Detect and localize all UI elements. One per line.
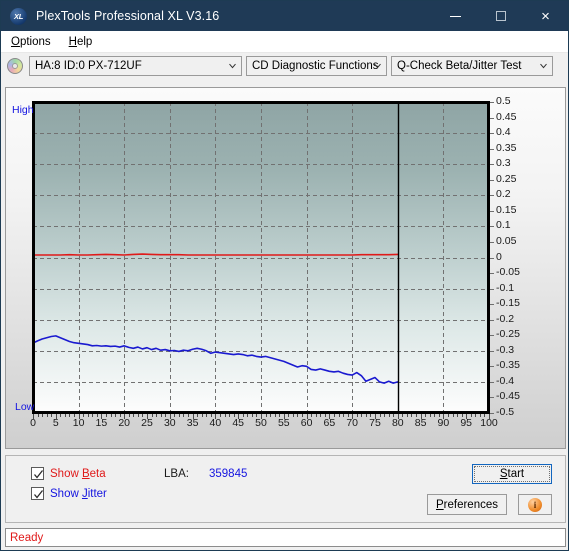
cd-disc-icon <box>7 58 23 74</box>
show-jitter-label: Show Jitter <box>50 487 107 500</box>
plot-svg <box>32 101 494 419</box>
status-text: Ready <box>10 531 44 544</box>
y-tick-label: 0.2 <box>496 188 511 201</box>
chart-panel: High Low 0.5 0.45 0.4 0.35 0.3 0.25 0.2 0.15 0.1… <box>5 87 566 449</box>
chevron-down-icon <box>229 63 236 69</box>
show-beta-checkbox[interactable] <box>31 467 44 480</box>
axis-label-high: High <box>12 104 34 116</box>
window-title: PlexTools Professional XL V3.16 <box>36 9 220 23</box>
axis-label-low: Low <box>15 401 35 413</box>
show-jitter-checkbox-row[interactable]: Show Jitter <box>31 487 107 500</box>
toolbar: HA:8 ID:0 PX-712UF CD Diagnostic Functio… <box>1 53 568 79</box>
y-tick-label: 0 <box>496 250 502 263</box>
menu-item-options[interactable]: Options <box>3 36 59 48</box>
info-button[interactable]: i <box>518 494 552 515</box>
show-beta-label: Show Beta <box>50 467 106 480</box>
preferences-button[interactable]: Preferences <box>427 494 507 515</box>
y-tick-label: -0.15 <box>496 297 520 310</box>
y-tick-label: 0.35 <box>496 141 517 154</box>
app-icon: XL <box>10 7 27 25</box>
info-icon: i <box>528 497 542 512</box>
function-select-value: CD Diagnostic Functions <box>252 60 379 72</box>
app-window: XL PlexTools Professional XL V3.16 × Opt… <box>0 0 569 551</box>
drive-select-value: HA:8 ID:0 PX-712UF <box>35 60 142 72</box>
y-tick-label: -0.4 <box>496 374 515 387</box>
title-bar: XL PlexTools Professional XL V3.16 × <box>1 1 568 31</box>
plot-area[interactable] <box>6 88 567 450</box>
minimize-button[interactable] <box>433 1 478 31</box>
controls-panel: Show Beta Show Jitter LBA: 359845 Start … <box>5 455 566 523</box>
minimize-icon <box>450 15 461 17</box>
lba-label: LBA: <box>164 468 189 480</box>
drive-select[interactable]: HA:8 ID:0 PX-712UF <box>29 56 242 76</box>
y-tick-label: 0.05 <box>496 234 517 247</box>
y-tick-label: 0.5 <box>496 95 511 107</box>
test-select-value: Q-Check Beta/Jitter Test <box>397 60 522 72</box>
y-tick-label: 0.1 <box>496 219 511 232</box>
start-button-label: Start <box>499 468 525 480</box>
y-tick-label: -0.45 <box>496 390 520 403</box>
maximize-button[interactable] <box>478 1 523 31</box>
y-tick-label: -0.1 <box>496 281 515 294</box>
y-tick-label: -0.35 <box>496 359 520 372</box>
y-tick-label: -0.25 <box>496 328 520 341</box>
close-button[interactable]: × <box>523 1 568 31</box>
y-tick-label: 0.3 <box>496 157 511 170</box>
y-tick-label: -0.3 <box>496 343 515 356</box>
show-jitter-checkbox[interactable] <box>31 487 44 500</box>
function-select[interactable]: CD Diagnostic Functions <box>246 56 387 76</box>
chevron-down-icon <box>540 63 547 69</box>
start-button[interactable]: Start <box>472 464 552 484</box>
x-tick-label: 100 <box>480 417 498 429</box>
chevron-down-icon <box>374 63 381 69</box>
show-beta-checkbox-row[interactable]: Show Beta <box>31 467 106 480</box>
menu-item-help[interactable]: Help <box>61 36 101 48</box>
status-bar: Ready <box>5 528 566 547</box>
y-tick-label: 0.45 <box>496 110 517 123</box>
maximize-icon <box>495 11 506 21</box>
preferences-button-label: Preferences <box>435 498 498 511</box>
y-tick-label: 0.4 <box>496 126 511 139</box>
lba-value: 359845 <box>209 468 248 480</box>
y-tick-label: 0.25 <box>496 172 517 185</box>
test-select[interactable]: Q-Check Beta/Jitter Test <box>391 56 553 76</box>
y-tick-label: -0.2 <box>496 312 515 325</box>
y-tick-label: 0.15 <box>496 203 517 216</box>
y-tick-label: -0.05 <box>496 266 520 279</box>
menu-bar: Options Help <box>1 31 568 53</box>
close-icon: × <box>541 7 550 25</box>
